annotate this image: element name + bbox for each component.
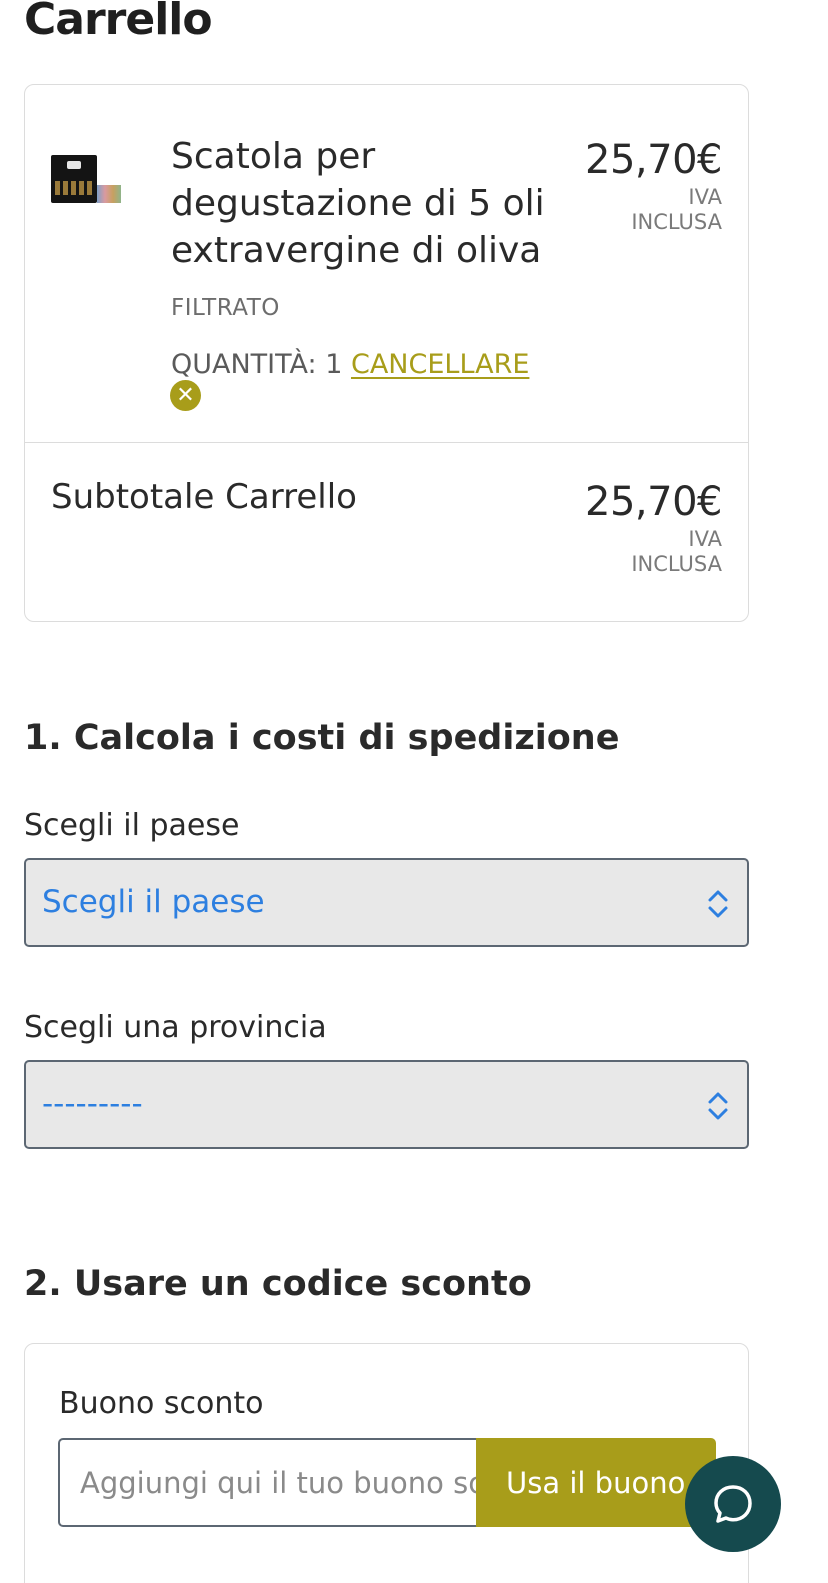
subtotal-vat-line1: IVA (688, 527, 722, 551)
shipping-section-title: 1. Calcola i costi di spedizione (24, 718, 620, 758)
subtotal-vat-line2: INCLUSA (631, 552, 722, 576)
subtotal-label: Subtotale Carrello (51, 477, 357, 517)
coupon-label: Buono sconto (59, 1386, 264, 1421)
cart-page: Carrello Scatola per degustazione di 5 o… (0, 0, 828, 1583)
product-quantity: QUANTITÀ: 1 CANCELLARE (171, 349, 529, 380)
discount-section-title: 2. Usare un codice sconto (24, 1264, 532, 1304)
country-select-value: Scegli il paese (42, 884, 265, 920)
item-vat-line2: INCLUSA (631, 210, 722, 234)
chevron-up-down-icon (708, 1092, 728, 1120)
coupon-input[interactable] (58, 1438, 478, 1527)
coupon-panel: Buono sconto Usa il buono (24, 1343, 749, 1583)
item-vat-line1: IVA (688, 185, 722, 209)
quantity-label: QUANTITÀ: 1 (171, 349, 343, 380)
country-label: Scegli il paese (24, 808, 240, 843)
chevron-up-down-icon (708, 890, 728, 918)
province-select-value: --------- (42, 1086, 143, 1122)
remove-item-link[interactable]: CANCELLARE (351, 349, 529, 380)
apply-coupon-button[interactable]: Usa il buono (476, 1438, 716, 1527)
province-select[interactable]: --------- (24, 1060, 749, 1149)
chat-bubble-icon (714, 1485, 752, 1523)
cart-summary: Scatola per degustazione di 5 oli extrav… (24, 84, 749, 622)
product-name[interactable]: Scatola per degustazione di 5 oli extrav… (171, 133, 571, 274)
cart-item: Scatola per degustazione di 5 oli extrav… (25, 85, 748, 443)
item-price-amount: 25,70€ (585, 137, 722, 183)
page-title: Carrello (24, 0, 213, 45)
product-variant: FILTRATO (171, 295, 280, 321)
item-price: 25,70€ IVA INCLUSA (585, 137, 722, 235)
province-label: Scegli una provincia (24, 1010, 327, 1045)
subtotal-price: 25,70€ IVA INCLUSA (585, 479, 722, 577)
product-thumbnail[interactable] (51, 155, 121, 203)
subtotal-amount: 25,70€ (585, 479, 722, 525)
close-circle-icon[interactable]: ✕ (170, 380, 201, 411)
chat-button[interactable] (685, 1456, 781, 1552)
country-select[interactable]: Scegli il paese (24, 858, 749, 947)
